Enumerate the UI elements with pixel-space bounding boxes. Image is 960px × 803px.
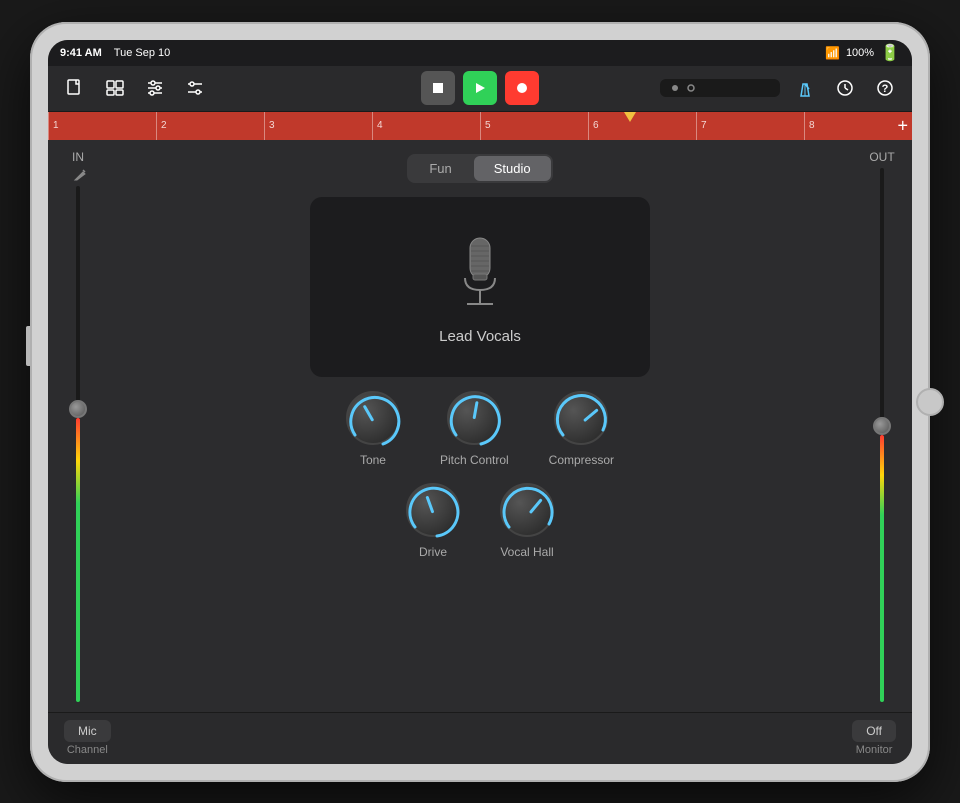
- knobs-row-2: Drive Vocal Hall: [406, 483, 554, 559]
- svg-text:?: ?: [882, 83, 889, 95]
- ipad-frame: 9:41 AM Tue Sep 10 📶 100% 🔋: [30, 22, 930, 782]
- monitor-section: Off Monitor: [852, 720, 896, 756]
- instrument-name: Lead Vocals: [439, 328, 521, 345]
- in-fader-knob[interactable]: [69, 400, 87, 418]
- toolbar: ?: [48, 66, 912, 112]
- vocal-hall-knob[interactable]: [500, 483, 554, 537]
- ruler-mark-4: 4: [372, 112, 480, 140]
- channel-label: Channel: [67, 744, 108, 756]
- compressor-knob-container[interactable]: Compressor: [549, 391, 614, 467]
- center-content: Fun Studio: [108, 140, 852, 712]
- ruler-marks: 1 2 3 4 5 6 7 8: [48, 112, 912, 140]
- ruler-mark-2: 2: [156, 112, 264, 140]
- compressor-knob[interactable]: [554, 391, 608, 445]
- tracks-button[interactable]: [100, 73, 130, 103]
- pitch-control-knob[interactable]: [447, 391, 501, 445]
- out-fader-knob[interactable]: [873, 417, 891, 435]
- out-meter-track[interactable]: [880, 168, 884, 702]
- toolbar-center: [421, 71, 539, 105]
- tone-knob-container[interactable]: Tone: [346, 391, 400, 467]
- knobs-section: Tone Pitch Control: [128, 391, 832, 559]
- toolbar-right: ?: [547, 73, 900, 103]
- out-meter-fill: [880, 435, 884, 702]
- wifi-icon: 📶: [825, 46, 840, 60]
- monitor-label: Monitor: [856, 744, 893, 756]
- microphone-image: [445, 228, 515, 318]
- status-left: 9:41 AM Tue Sep 10: [60, 47, 170, 59]
- vu-meter-left: IN: [48, 140, 108, 712]
- status-time: 9:41 AM: [60, 47, 102, 59]
- playhead-marker: [624, 112, 636, 122]
- out-meter-wrapper: [852, 168, 912, 702]
- in-meter-wrapper: [48, 186, 108, 702]
- help-button[interactable]: ?: [870, 73, 900, 103]
- playhead[interactable]: [624, 112, 636, 122]
- ruler-mark-5: 5: [480, 112, 588, 140]
- battery-indicator: 100%: [846, 47, 874, 59]
- vocal-hall-knob-container[interactable]: Vocal Hall: [500, 483, 554, 559]
- tempo-display[interactable]: [660, 79, 780, 97]
- ruler-mark-8: 8: [804, 112, 912, 140]
- monitor-button[interactable]: Off: [852, 720, 896, 742]
- metronome-button[interactable]: [790, 73, 820, 103]
- compressor-label: Compressor: [549, 453, 614, 467]
- out-label: OUT: [869, 150, 894, 164]
- tab-fun[interactable]: Fun: [409, 156, 471, 181]
- status-date: Tue Sep 10: [114, 47, 170, 59]
- drive-knob-container[interactable]: Drive: [406, 483, 460, 559]
- pencil-icon-area: [73, 168, 87, 182]
- add-track-button[interactable]: +: [897, 115, 908, 136]
- in-meter-track[interactable]: [76, 186, 80, 702]
- bottom-bar: Mic Channel Off Monitor: [48, 712, 912, 764]
- toolbar-left: [60, 73, 413, 103]
- status-right: 📶 100% 🔋: [825, 43, 900, 63]
- status-bar: 9:41 AM Tue Sep 10 📶 100% 🔋: [48, 40, 912, 66]
- vu-meter-right: OUT: [852, 140, 912, 712]
- knobs-row-1: Tone Pitch Control: [346, 391, 614, 467]
- instrument-display: Lead Vocals: [310, 197, 650, 377]
- play-button[interactable]: [463, 71, 497, 105]
- clock-button[interactable]: [830, 73, 860, 103]
- tone-label: Tone: [360, 453, 386, 467]
- timeline-ruler[interactable]: 1 2 3 4 5 6 7 8 +: [48, 112, 912, 140]
- new-document-button[interactable]: [60, 73, 90, 103]
- drive-label: Drive: [419, 545, 447, 559]
- record-button[interactable]: [505, 71, 539, 105]
- channel-section: Mic Channel: [64, 720, 111, 756]
- stop-button[interactable]: [421, 71, 455, 105]
- tone-knob[interactable]: [346, 391, 400, 445]
- ruler-mark-7: 7: [696, 112, 804, 140]
- tab-studio[interactable]: Studio: [474, 156, 551, 181]
- ruler-mark-1: 1: [48, 112, 156, 140]
- ipad-screen: 9:41 AM Tue Sep 10 📶 100% 🔋: [48, 40, 912, 764]
- main-content: IN Fun: [48, 140, 912, 712]
- channel-button[interactable]: Mic: [64, 720, 111, 742]
- in-meter-fill: [76, 418, 80, 702]
- mixer-button[interactable]: [140, 73, 170, 103]
- pitch-control-knob-container[interactable]: Pitch Control: [440, 391, 509, 467]
- ruler-mark-3: 3: [264, 112, 372, 140]
- mode-tabs: Fun Studio: [407, 154, 552, 183]
- settings-sliders-button[interactable]: [180, 73, 210, 103]
- pitch-control-label: Pitch Control: [440, 453, 509, 467]
- home-button[interactable]: [916, 388, 944, 416]
- side-button[interactable]: [26, 326, 30, 366]
- battery-icon: 🔋: [880, 43, 900, 63]
- in-label: IN: [72, 150, 84, 164]
- vocal-hall-label: Vocal Hall: [500, 545, 553, 559]
- ruler-mark-6: 6: [588, 112, 696, 140]
- drive-knob[interactable]: [406, 483, 460, 537]
